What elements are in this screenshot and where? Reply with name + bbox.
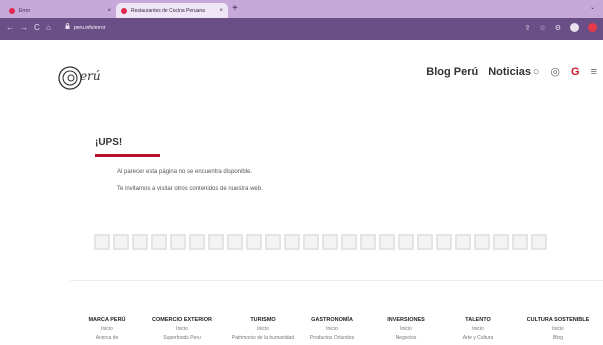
decorative-pattern: [94, 234, 579, 256]
footer-heading[interactable]: MARCA PERÚ: [82, 317, 132, 323]
footer-column-inversiones: INVERSIONES Inicio Negocios: [376, 317, 436, 341]
pattern-tile-icon: [493, 234, 509, 250]
lock-icon[interactable]: [65, 23, 70, 29]
logo-wordmark: erú: [80, 69, 101, 83]
pattern-tile-icon: [227, 234, 243, 250]
bookmark-star-icon[interactable]: ☆: [539, 24, 545, 32]
footer-column-cultura-sostenible: CULTURA SOSTENIBLE Inicio Blog: [516, 317, 600, 341]
error-title: ¡UPS!: [95, 137, 123, 148]
pattern-tile-icon: [398, 234, 414, 250]
pattern-tile-icon: [512, 234, 528, 250]
footer-heading[interactable]: TALENTO: [448, 317, 508, 323]
pattern-tile-icon: [474, 234, 490, 250]
forward-icon[interactable]: →: [20, 23, 28, 33]
tab-search-chevron-icon[interactable]: ⌄: [590, 4, 595, 11]
footer-link[interactable]: Inicio: [302, 327, 362, 332]
new-tab-button[interactable]: +: [232, 4, 238, 14]
menu-icon[interactable]: ≡: [591, 66, 597, 78]
footer-link[interactable]: Inicio: [516, 327, 600, 332]
footer-column-comercio-exterior: COMERCIO EXTERIOR Inicio Superfoods Peru: [144, 317, 220, 341]
footer-link[interactable]: Inicio: [228, 327, 298, 332]
footer-column-turismo: TURISMO Inicio Patrimonio de la humanida…: [228, 317, 298, 341]
footer-link[interactable]: Acerca de: [82, 336, 132, 341]
pattern-tile-icon: [132, 234, 148, 250]
reload-icon[interactable]: C: [34, 23, 40, 33]
pattern-tile-icon: [379, 234, 395, 250]
nav-link-blog[interactable]: Blog Perú: [426, 66, 478, 78]
tab-bar: Error × Restaurantes de Cocina Peruana ×…: [0, 0, 603, 18]
footer-link[interactable]: Negocios: [376, 336, 436, 341]
pattern-tile-icon: [436, 234, 452, 250]
footer-link[interactable]: Inicio: [144, 327, 220, 332]
brand-icon[interactable]: G: [571, 66, 580, 78]
pattern-tile-icon: [94, 234, 110, 250]
favicon-icon: [121, 7, 127, 14]
pattern-tile-icon: [246, 234, 262, 250]
pattern-tile-icon: [322, 234, 338, 250]
footer-link[interactable]: Inicio: [448, 327, 508, 332]
nav-link-noticias[interactable]: Noticias: [488, 66, 531, 78]
footer-column-marca-peru: MARCA PERÚ Inicio Acerca de: [82, 317, 132, 341]
pattern-tile-icon: [417, 234, 433, 250]
pattern-tile-icon: [208, 234, 224, 250]
footer-link[interactable]: Blog: [516, 336, 600, 341]
browser-toolbar: ← → C ⌂ peru.info/error ⇪ ☆ ⚙: [0, 18, 603, 40]
footer-heading[interactable]: INVERSIONES: [376, 317, 436, 323]
error-message: Al parecer esta página no se encuentra d…: [117, 169, 253, 175]
footer-link[interactable]: Patrimonio de la humanidad: [228, 336, 298, 341]
pattern-tile-icon: [265, 234, 281, 250]
extension-badge-icon[interactable]: [588, 23, 597, 32]
footer-link[interactable]: Inicio: [82, 327, 132, 332]
footer-link[interactable]: Arte y Cultura: [448, 336, 508, 341]
tab-restaurantes[interactable]: Restaurantes de Cocina Peruana ×: [116, 3, 228, 18]
favicon-icon: [9, 7, 15, 14]
globe-icon[interactable]: ◎: [550, 66, 560, 78]
tab-label: Restaurantes de Cocina Peruana: [131, 7, 205, 14]
pattern-tile-icon: [360, 234, 376, 250]
footer-heading[interactable]: TURISMO: [228, 317, 298, 323]
close-tab-icon[interactable]: ×: [107, 8, 111, 14]
footer-heading[interactable]: CULTURA SOSTENIBLE: [516, 317, 600, 323]
footer-link[interactable]: Productos Oriundos: [302, 336, 362, 341]
top-navigation: Blog Perú Noticias: [426, 66, 531, 78]
pattern-tile-icon: [531, 234, 547, 250]
home-icon[interactable]: ⌂: [46, 23, 51, 33]
footer-divider: [70, 280, 603, 281]
pattern-tile-icon: [151, 234, 167, 250]
address-bar[interactable]: peru.info/error: [74, 25, 105, 31]
pattern-tile-icon: [284, 234, 300, 250]
extensions-icon[interactable]: ⚙: [555, 24, 561, 32]
footer-link[interactable]: Inicio: [376, 327, 436, 332]
pattern-tile-icon: [341, 234, 357, 250]
back-icon[interactable]: ←: [6, 23, 14, 33]
tab-error[interactable]: Error ×: [4, 3, 116, 18]
profile-avatar[interactable]: [570, 23, 579, 32]
pattern-tile-icon: [455, 234, 471, 250]
pattern-tile-icon: [113, 234, 129, 250]
pattern-tile-icon: [303, 234, 319, 250]
footer-heading[interactable]: COMERCIO EXTERIOR: [144, 317, 220, 323]
title-underline: [95, 154, 160, 157]
footer-link[interactable]: Superfoods Peru: [144, 336, 220, 341]
close-tab-icon[interactable]: ×: [219, 8, 223, 14]
footer-column-talento: TALENTO Inicio Arte y Cultura: [448, 317, 508, 341]
tab-label: Error: [19, 7, 31, 14]
pattern-tile-icon: [189, 234, 205, 250]
pattern-tile-icon: [170, 234, 186, 250]
search-icon[interactable]: ○: [533, 66, 540, 78]
error-suggestion: Te invitamos a visitar otros contenidos …: [117, 186, 263, 192]
footer-heading[interactable]: GASTRONOMÍA: [302, 317, 362, 323]
share-icon[interactable]: ⇪: [525, 24, 531, 32]
footer-column-gastronomia: GASTRONOMÍA Inicio Productos Oriundos: [302, 317, 362, 341]
